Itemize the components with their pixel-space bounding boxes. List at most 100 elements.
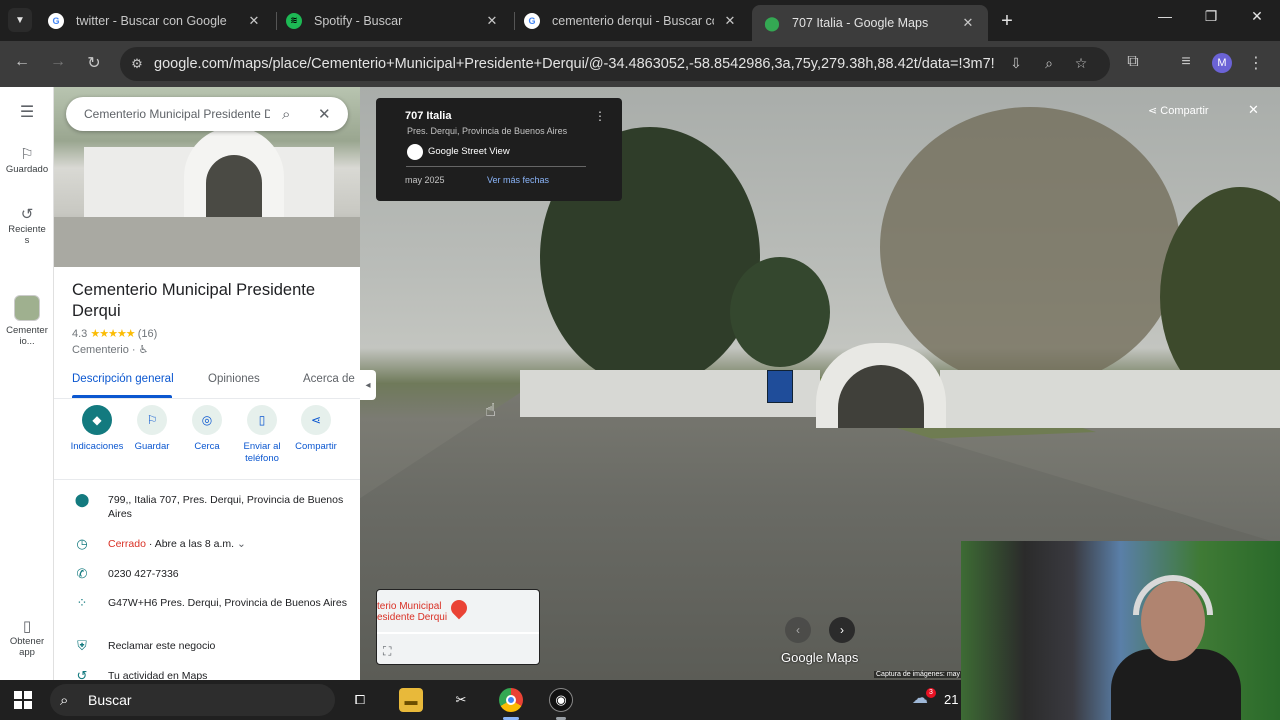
maps-pin-icon: ⬤ bbox=[764, 14, 780, 31]
sv-source: Google Street View bbox=[428, 146, 510, 157]
media-control-icon[interactable]: ≡ bbox=[1175, 53, 1197, 71]
send-to-phone-icon: ▯ bbox=[247, 405, 277, 435]
windows-start-icon[interactable] bbox=[14, 691, 32, 709]
phone-text: 0230 427-7336 bbox=[108, 568, 179, 580]
mini-map[interactable]: terio Municipal esidente Derqui ⛶ bbox=[376, 589, 540, 665]
rating-stars: ★★★★★ bbox=[90, 328, 135, 340]
close-icon[interactable]: ✕ bbox=[484, 13, 500, 29]
tab-google-maps[interactable]: ⬤ 707 Italia - Google Maps ✕ bbox=[752, 5, 988, 41]
more-options-icon[interactable]: ⋮ bbox=[594, 109, 606, 123]
reload-icon[interactable]: ↻ bbox=[83, 53, 105, 73]
webcam-overlay bbox=[961, 541, 1280, 720]
zoom-icon[interactable]: ⌕ bbox=[1039, 55, 1059, 72]
obs-icon[interactable]: ◉ bbox=[549, 688, 573, 712]
close-icon[interactable]: ✕ bbox=[960, 15, 976, 31]
tab-reviews[interactable]: Opiniones bbox=[208, 373, 260, 385]
nearby-button[interactable]: ◎ Cerca bbox=[176, 405, 238, 453]
minimize-icon[interactable]: — bbox=[1150, 8, 1180, 24]
divider bbox=[406, 166, 586, 167]
hand-cursor-icon: ☝ bbox=[485, 400, 496, 420]
profile-avatar[interactable]: M bbox=[1212, 53, 1232, 73]
more-dates-link[interactable]: Ver más fechas bbox=[487, 175, 549, 185]
headphones-icon bbox=[1133, 575, 1213, 615]
share-icon: ⋖ bbox=[301, 405, 331, 435]
street-view-info-card: 707 Italia Pres. Derqui, Provincia de Bu… bbox=[376, 98, 622, 201]
tree bbox=[730, 257, 830, 367]
new-tab-button[interactable]: + bbox=[997, 10, 1017, 33]
rail-item-get-app[interactable]: ▯ Obtener app bbox=[0, 618, 54, 658]
hamburger-menu-icon[interactable]: ☰ bbox=[0, 105, 54, 121]
tab-twitter[interactable]: G twitter - Buscar con Google ✕ bbox=[36, 5, 274, 36]
close-icon[interactable]: ✕ bbox=[722, 13, 738, 29]
image-capture-text: Captura de imágenes: may bbox=[874, 671, 963, 678]
address-bar[interactable]: ⚙ google.com/maps/place/Cementerio+Munic… bbox=[120, 47, 1110, 81]
url-text[interactable]: google.com/maps/place/Cementerio+Municip… bbox=[154, 56, 994, 72]
rail-item-recent[interactable]: ↺ Reciente s bbox=[0, 207, 54, 246]
forward-icon[interactable]: → bbox=[47, 53, 69, 71]
directions-button[interactable]: ◆ Indicaciones bbox=[66, 405, 128, 453]
collapse-panel-icon[interactable]: ◂ bbox=[360, 370, 376, 400]
maps-left-rail: ☰ ⚐ Guardado ↺ Reciente s Cementer io...… bbox=[0, 87, 54, 680]
place-thumb-icon bbox=[14, 295, 40, 321]
place-tabs: Descripción general Opiniones Acerca de bbox=[54, 365, 360, 399]
sv-address-sub: Pres. Derqui, Provincia de Buenos Aires bbox=[407, 126, 568, 136]
sv-share-button[interactable]: ⋖ Compartir bbox=[1148, 104, 1209, 117]
expand-icon[interactable]: ⛶ bbox=[383, 644, 391, 659]
google-icon: G bbox=[524, 12, 540, 29]
chrome-icon[interactable] bbox=[499, 688, 523, 712]
tab-overview[interactable]: Descripción general bbox=[72, 373, 174, 385]
rating-row[interactable]: 4.3 ★★★★★ (16) bbox=[72, 327, 157, 340]
restore-icon[interactable]: ❐ bbox=[1196, 8, 1226, 25]
action-label: Compartir bbox=[295, 441, 337, 452]
rail-item-cementerio[interactable]: Cementer io... bbox=[0, 295, 54, 347]
tab-cementerio-search[interactable]: G cementerio derqui - Buscar con ✕ bbox=[512, 5, 750, 36]
send-to-phone-button[interactable]: ▯ Enviar al teléfono bbox=[231, 405, 293, 465]
extensions-icon[interactable]: ⧉ bbox=[1122, 53, 1144, 71]
review-count[interactable]: (16) bbox=[138, 328, 158, 340]
rail-label: Guardado bbox=[5, 164, 49, 175]
rail-label: Obtener app bbox=[9, 636, 45, 658]
action-label: Cerca bbox=[194, 441, 220, 452]
windows-taskbar: ⌕ Buscar ⧠ ▬ ✂ ◉ ☁ 3 21 bbox=[0, 680, 961, 720]
search-icon: ⌕ bbox=[60, 691, 69, 709]
capcut-icon[interactable]: ✂ bbox=[449, 688, 473, 712]
rail-label: Cementer io... bbox=[6, 325, 48, 347]
tab-spotify[interactable]: ≋ Spotify - Buscar ✕ bbox=[274, 5, 512, 36]
temperature[interactable]: 21 bbox=[944, 692, 958, 707]
close-icon[interactable]: ✕ bbox=[246, 13, 262, 29]
close-icon[interactable]: ✕ bbox=[1248, 102, 1259, 118]
save-button[interactable]: ⚐ Guardar bbox=[121, 405, 183, 453]
taskbar-search[interactable]: ⌕ Buscar bbox=[50, 684, 335, 716]
bookmark-icon: ⚐ bbox=[137, 405, 167, 435]
tab-about[interactable]: Acerca de bbox=[303, 373, 355, 385]
share-button[interactable]: ⋖ Compartir bbox=[285, 405, 347, 453]
sv-next-button[interactable]: › bbox=[829, 617, 855, 643]
maps-search-box[interactable]: Cementerio Municipal Presidente De ⌕ ✕ bbox=[66, 97, 348, 131]
history-icon: ↺ bbox=[76, 668, 88, 681]
cemetery-gate bbox=[816, 343, 946, 428]
tab-strip: ▼ G twitter - Buscar con Google ✕ ≋ Spot… bbox=[0, 0, 1280, 41]
menu-icon[interactable]: ⋮ bbox=[1245, 53, 1267, 73]
install-app-icon[interactable]: ⇩ bbox=[1006, 55, 1026, 72]
search-icon[interactable]: ⌕ bbox=[282, 106, 302, 123]
phone-icon: ▯ bbox=[22, 618, 32, 635]
search-input[interactable]: Cementerio Municipal Presidente De bbox=[84, 107, 270, 121]
chevron-down-icon[interactable]: ⌄ bbox=[237, 538, 246, 550]
sv-prev-button[interactable]: ‹ bbox=[785, 617, 811, 643]
action-label: Indicaciones bbox=[70, 441, 124, 452]
taskbar-search-label: Buscar bbox=[88, 692, 132, 708]
photo-gate bbox=[184, 127, 284, 217]
star-icon[interactable]: ☆ bbox=[1071, 55, 1091, 72]
rail-item-saved[interactable]: ⚐ Guardado bbox=[0, 147, 54, 175]
window-close-icon[interactable]: ✕ bbox=[1242, 8, 1272, 25]
task-view-icon[interactable]: ⧠ bbox=[348, 688, 372, 712]
phone-call-icon: ✆ bbox=[76, 566, 88, 581]
clear-search-icon[interactable]: ✕ bbox=[318, 105, 338, 123]
hours-text: Cerrado · Abre a las 8 a.m. ⌄ bbox=[108, 537, 348, 551]
tab-search-button[interactable]: ▼ bbox=[8, 8, 32, 32]
back-icon[interactable]: ← bbox=[11, 53, 33, 71]
site-info-icon[interactable]: ⚙ bbox=[120, 56, 154, 72]
plus-code-text: G47W+H6 Pres. Derqui, Provincia de Bueno… bbox=[108, 597, 347, 609]
place-category[interactable]: Cementerio · ♿ bbox=[72, 343, 149, 356]
file-explorer-icon[interactable]: ▬ bbox=[399, 688, 423, 712]
